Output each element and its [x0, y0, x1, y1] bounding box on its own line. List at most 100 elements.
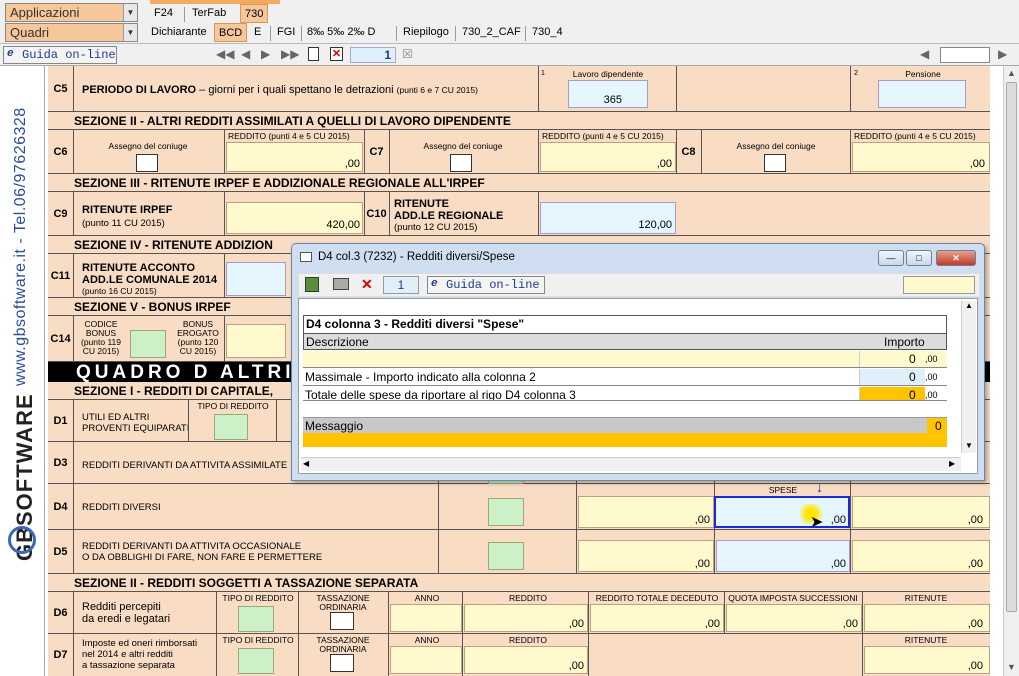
tab-f24[interactable]: F24 [150, 4, 177, 23]
tab-riepilogo[interactable]: Riepilogo [399, 23, 453, 42]
gb-logo-icon [8, 526, 36, 554]
d7-tipo-input[interactable] [238, 648, 274, 674]
c8-assegno-label: Assegno del coniuge [736, 141, 816, 151]
minimize-button[interactable]: — [878, 250, 904, 266]
dialog-guida-button[interactable]: e Guida on-line [427, 276, 545, 294]
divider [224, 316, 225, 362]
tab-dichiarante[interactable]: Dichiarante [147, 23, 211, 42]
d1-tipo-input[interactable] [214, 414, 248, 440]
row-d7: D7 Imposte ed oneri rimborsati nel 2014 … [48, 634, 990, 676]
new-page-icon[interactable] [308, 47, 319, 61]
dialog-page-input[interactable]: 1 [383, 276, 419, 294]
d5-label-2: O DA OBBLIGHI DI FARE, NON FARE E PERMET… [82, 552, 323, 563]
tab-e[interactable]: E [250, 23, 265, 42]
arrow-down-icon: ↓ [816, 479, 823, 495]
delete-icon[interactable]: ✕ [361, 276, 373, 293]
first-page-icon[interactable]: ◀◀ [216, 47, 234, 61]
tab-divider [301, 26, 302, 41]
d4-tipo-input[interactable] [488, 498, 524, 526]
scroll-down-icon[interactable]: ▼ [1007, 662, 1016, 672]
scroll-right-icon[interactable]: ▶ [949, 459, 955, 468]
divider [188, 400, 189, 442]
dialog-search-input[interactable] [903, 276, 975, 294]
row-c6-c8: C6 Assegno del coniuge REDDITO (punti 4 … [48, 130, 990, 174]
c5-pensione-input[interactable] [878, 80, 966, 108]
d7-tipo-label: TIPO DI REDDITO [222, 635, 294, 645]
c11-label-1: RITENUTE ACCONTO [82, 262, 196, 274]
row-code: C10 [364, 192, 390, 235]
c9-value: 420,00 [326, 219, 360, 231]
divider [298, 634, 299, 676]
divider [724, 592, 725, 634]
tab-terfab[interactable]: TerFab [188, 4, 230, 23]
c10-label-2: ADD.LE REGIONALE [394, 210, 504, 222]
c5-label-main: PERIODO DI LAVORO [82, 84, 197, 96]
delete-page-icon[interactable]: ✕ [330, 47, 343, 61]
c14-codice-input[interactable] [130, 330, 166, 358]
c6-assegno-checkbox[interactable] [136, 154, 158, 172]
d7-tass-checkbox[interactable] [330, 654, 354, 672]
scroll-left-icon[interactable]: ◀ [303, 459, 309, 468]
page-number-input[interactable]: 1 [350, 47, 396, 63]
c8-assegno-checkbox[interactable] [764, 154, 786, 172]
d6-ritenute-label: RITENUTE [904, 593, 948, 603]
guida-online-button[interactable]: e Guida on-line [3, 46, 117, 64]
exit-icon[interactable] [305, 277, 319, 292]
applicazioni-combo[interactable]: Applicazioni ▼ [5, 3, 138, 22]
row-c9-c10: C9 RITENUTE IRPEF (punto 11 CU 2015) 420… [48, 192, 990, 236]
c14-bonus-input[interactable] [226, 324, 286, 358]
divider [224, 254, 225, 298]
scroll-up-icon[interactable]: ▲ [965, 301, 973, 310]
chevron-down-icon[interactable]: ▼ [123, 24, 137, 41]
d6-tass-checkbox[interactable] [330, 612, 354, 630]
d6-tipo-input[interactable] [238, 606, 274, 632]
row-code: C11 [48, 254, 74, 297]
row-code: C8 [676, 130, 702, 173]
close-button[interactable]: ✕ [936, 250, 976, 266]
tab-8-5-2-d[interactable]: 8‰ 5‰ 2‰ D [303, 23, 379, 42]
row-value: 0 [909, 370, 916, 384]
c6-assegno-label: Assegno del coniuge [108, 141, 188, 151]
tab-fgi[interactable]: FGI [273, 23, 299, 42]
c9-label: RITENUTE IRPEF [82, 204, 173, 216]
next-page-icon[interactable]: ▶ [261, 47, 270, 61]
divider [224, 192, 225, 236]
main-scrollbar[interactable]: ▲ ▼ [1003, 66, 1019, 676]
col-number: 1 [541, 70, 545, 77]
tab-730-4[interactable]: 730_4 [528, 23, 567, 42]
chevron-down-icon[interactable]: ▼ [123, 4, 137, 21]
guida-label: Guida on-line [22, 48, 116, 62]
col-number: 2 [854, 70, 858, 77]
d6-anno-input[interactable] [390, 604, 462, 632]
section-iii-header: SEZIONE III - RITENUTE IRPEF E ADDIZIONA… [48, 174, 990, 192]
quadri-combo[interactable]: Quadri ▼ [5, 23, 138, 42]
dialog-vscroll[interactable]: ▲ ▼ [961, 301, 976, 453]
print-icon[interactable] [333, 278, 349, 290]
d7-anno-input[interactable] [390, 646, 462, 674]
scroll-up-icon[interactable]: ▲ [1007, 68, 1016, 78]
tab-730[interactable]: 730 [240, 4, 269, 23]
print-icon [300, 252, 312, 262]
scroll-right-icon[interactable]: ▶ [998, 47, 1007, 61]
divider [714, 530, 715, 574]
d5-tipo-input[interactable] [488, 542, 524, 570]
tab-divider [396, 26, 397, 41]
grid-row-3: Totale delle spese da riportare al rigo … [303, 387, 947, 401]
maximize-button[interactable]: □ [906, 250, 932, 266]
clear-page-icon[interactable]: ☒ [402, 47, 413, 61]
d6-quota-label: QUOTA IMPOSTA SUCCESSIONI [728, 593, 858, 603]
search-page-input[interactable] [940, 47, 990, 63]
scroll-down-icon[interactable]: ▼ [965, 441, 973, 450]
c7-assegno-checkbox[interactable] [450, 154, 472, 172]
scroll-left-icon[interactable]: ◀ [920, 47, 929, 61]
last-page-icon[interactable]: ▶▶ [281, 47, 299, 61]
d6-tass-label: TASSAZIONE ORDINARIA [316, 593, 370, 612]
tab-bcd[interactable]: BCD [214, 23, 248, 42]
divider [538, 130, 539, 174]
prev-page-icon[interactable]: ◀ [241, 47, 250, 61]
messaggio-value: 0 [935, 419, 942, 433]
tab-730-2-caf[interactable]: 730_2_CAF [458, 23, 525, 42]
c11-input[interactable] [226, 262, 286, 296]
scroll-thumb[interactable] [1006, 82, 1017, 612]
dialog-hscroll[interactable]: ◀ ▶ [301, 457, 961, 471]
